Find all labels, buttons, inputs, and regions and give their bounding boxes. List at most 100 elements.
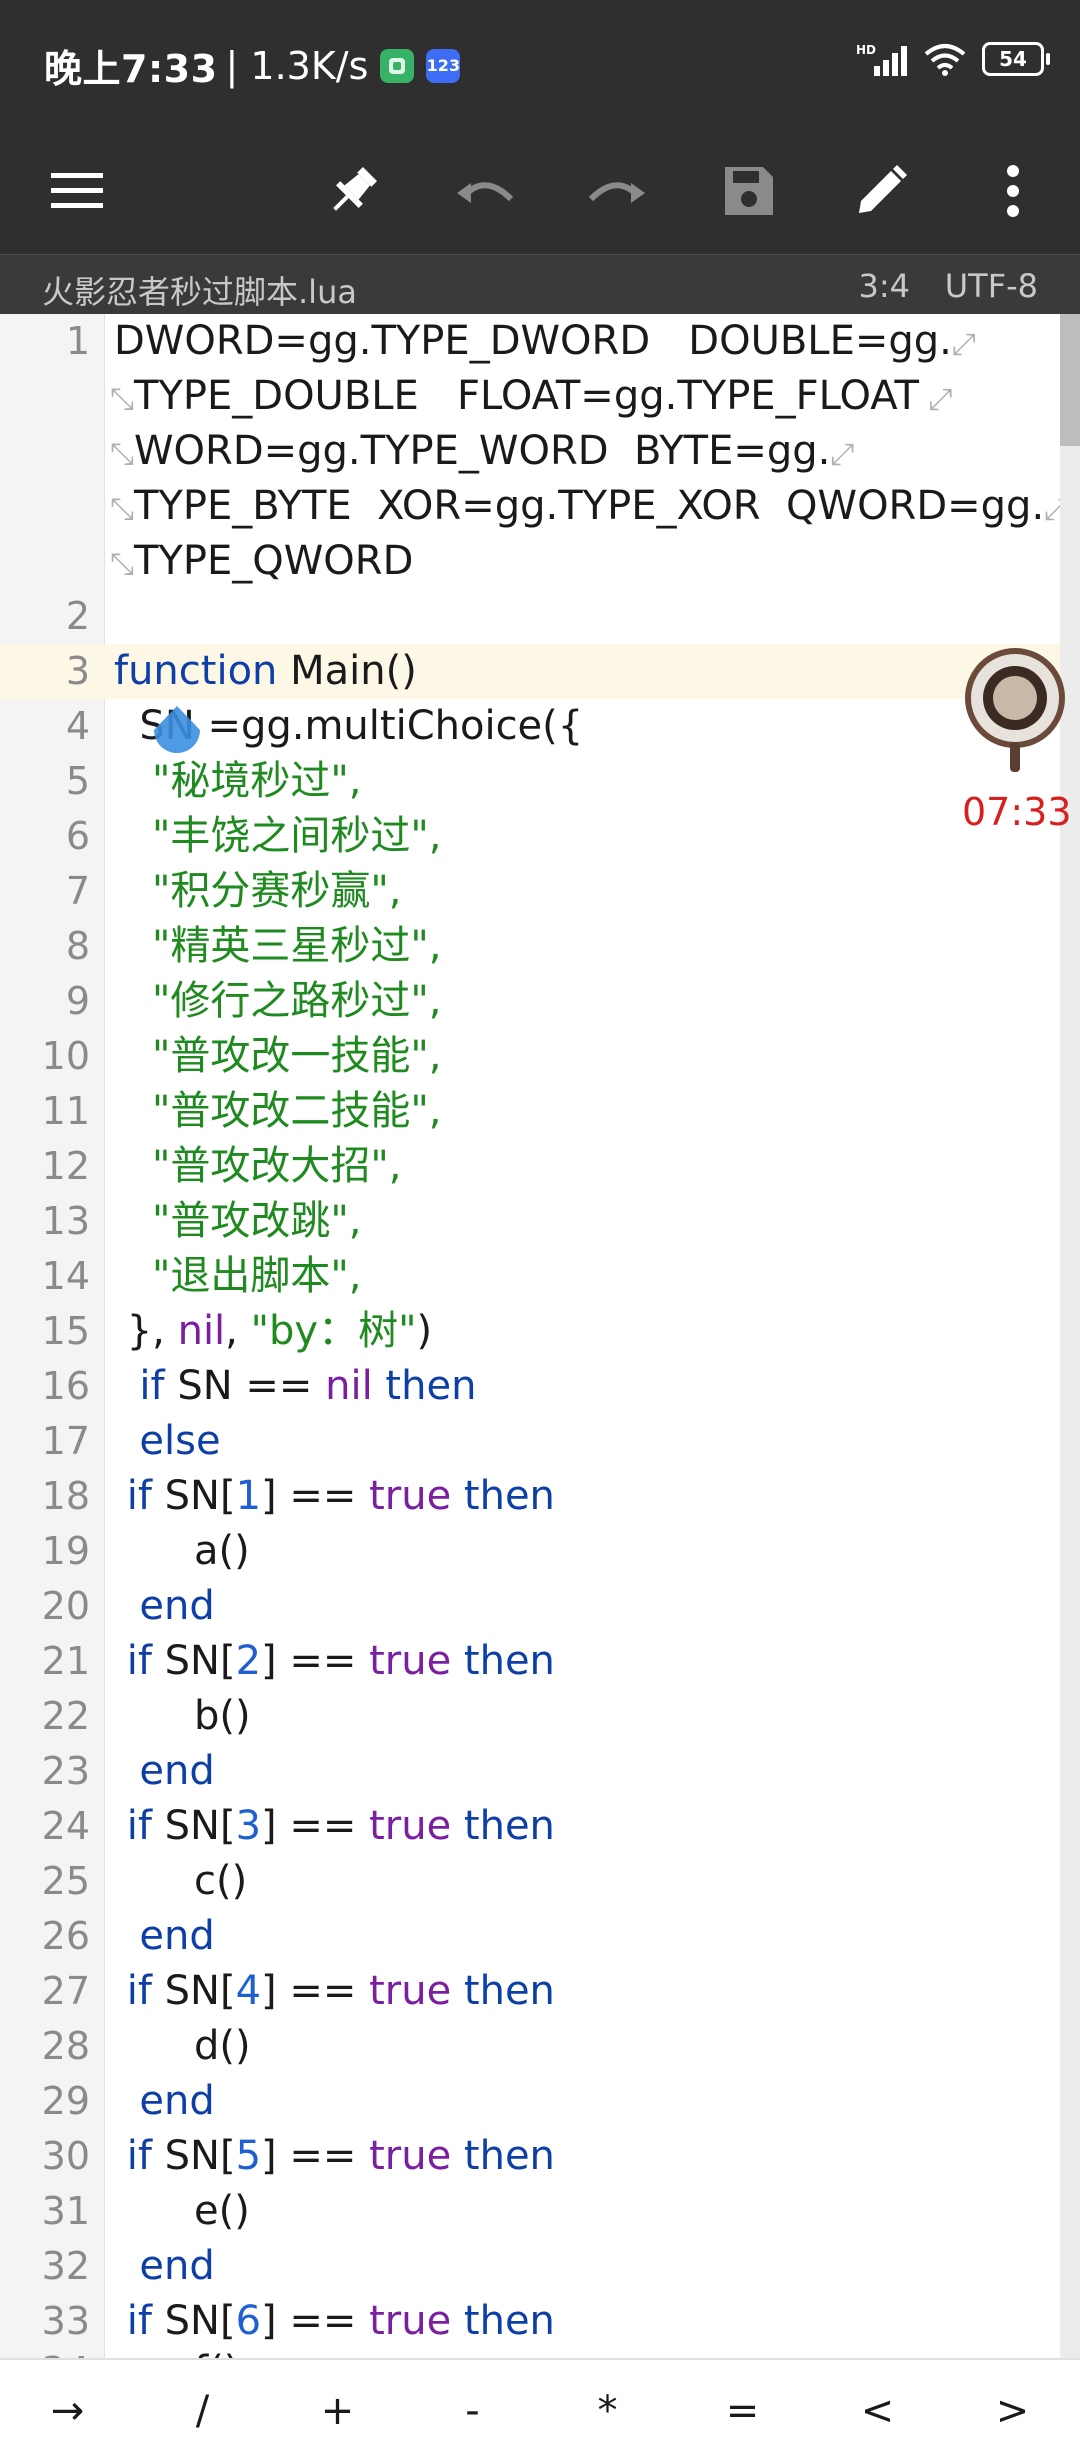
code-text: if SN[4] == true then: [114, 1968, 555, 2014]
symbol-key-equals[interactable]: =: [675, 2388, 810, 2434]
battery-icon: 54: [982, 42, 1050, 76]
line-number: 19: [41, 1529, 90, 1573]
code-line-17[interactable]: 17 else: [0, 1414, 1060, 1469]
code-text: b(): [194, 1693, 251, 1739]
code-line-34[interactable]: 34 f(): [0, 2344, 1060, 2358]
symbol-key-plus[interactable]: +: [270, 2388, 405, 2434]
more-options-button[interactable]: [980, 158, 1046, 224]
symbol-key-greater-than[interactable]: >: [945, 2388, 1080, 2434]
save-button[interactable]: [716, 158, 782, 224]
file-name[interactable]: 火影忍者秒过脚本.lua: [42, 267, 357, 313]
code-text: e(): [194, 2188, 250, 2234]
text-cursor-handle-icon[interactable]: [150, 704, 204, 758]
code-text: function Main(): [114, 648, 417, 694]
code-line-27[interactable]: 27 if SN[4] == true then: [0, 1964, 1060, 2019]
code-line-9[interactable]: 9 "修行之路秒过",: [0, 974, 1060, 1029]
code-text: if SN[6] == true then: [114, 2298, 555, 2344]
status-right: HD 54: [856, 42, 1050, 76]
floating-overlay-icon[interactable]: [960, 646, 1070, 776]
code-line-10[interactable]: 10 "普攻改一技能",: [0, 1029, 1060, 1084]
code-line-20[interactable]: 20 end: [0, 1579, 1060, 1634]
menu-button[interactable]: [44, 158, 110, 224]
wrap-arrow-icon: ⤢: [951, 327, 976, 362]
code-line-23[interactable]: 23 end: [0, 1744, 1060, 1799]
code-line-25[interactable]: 25 c(): [0, 1854, 1060, 1909]
file-encoding[interactable]: UTF-8: [945, 267, 1038, 305]
code-text: ⤡TYPE_QWORD: [110, 538, 414, 584]
line-number: 16: [41, 1364, 90, 1408]
network-speed: | 1.3K/s: [225, 43, 369, 88]
code-line-5[interactable]: 5 "秘境秒过",: [0, 754, 1060, 809]
symbol-key-tab[interactable]: →: [0, 2388, 135, 2434]
line-number: 13: [41, 1199, 90, 1243]
code-line-32[interactable]: 32 end: [0, 2239, 1060, 2294]
line-number: 21: [41, 1639, 90, 1683]
file-info-bar: 火影忍者秒过脚本.lua 3:4 UTF-8: [0, 254, 1080, 315]
status-left: 晚上7:33 | 1.3K/s 123: [44, 38, 461, 93]
code-line-29[interactable]: 29 end: [0, 2074, 1060, 2129]
code-line-21[interactable]: 21 if SN[2] == true then: [0, 1634, 1060, 1689]
wrap-arrow-icon: ⤡: [110, 492, 134, 527]
line-number: 18: [41, 1474, 90, 1518]
symbol-key-slash[interactable]: /: [135, 2388, 270, 2434]
code-line-13[interactable]: 13 "普攻改跳",: [0, 1194, 1060, 1249]
code-line-12[interactable]: 12 "普攻改大招",: [0, 1139, 1060, 1194]
code-line-33[interactable]: 33 if SN[6] == true then: [0, 2294, 1060, 2349]
line-number: 1: [65, 319, 90, 363]
code-line-24[interactable]: 24 if SN[3] == true then: [0, 1799, 1060, 1854]
code-editor[interactable]: 1 DWORD=gg.TYPE_DWORD DOUBLE=gg.⤢ ⤡TYPE_…: [0, 314, 1080, 2358]
undo-button[interactable]: [452, 158, 518, 224]
code-line-19[interactable]: 19 a(): [0, 1524, 1060, 1579]
code-text: "普攻改大招",: [152, 1143, 402, 1189]
code-text: d(): [194, 2023, 251, 2069]
code-text: }, nil, "by：树"): [114, 1308, 433, 1354]
wrap-arrow-icon: ⤡: [110, 547, 134, 582]
symbol-key-less-than[interactable]: <: [810, 2388, 945, 2434]
line-number: 29: [41, 2079, 90, 2123]
line-number: 32: [41, 2244, 90, 2288]
symbol-key-minus[interactable]: -: [405, 2388, 540, 2434]
code-text: DWORD=gg.TYPE_DWORD DOUBLE=gg.⤢: [114, 318, 976, 364]
line-number: 4: [65, 704, 90, 748]
code-line-22[interactable]: 22 b(): [0, 1689, 1060, 1744]
line-number: 31: [41, 2189, 90, 2233]
code-line-1-wrap-1[interactable]: ⤡TYPE_DOUBLE FLOAT=gg.TYPE_FLOAT ⤢: [0, 369, 1060, 424]
code-line-18[interactable]: 18 if SN[1] == true then: [0, 1469, 1060, 1524]
scrollbar-thumb[interactable]: [1060, 314, 1080, 446]
svg-text:HD: HD: [856, 43, 876, 57]
code-line-26[interactable]: 26 end: [0, 1909, 1060, 1964]
code-line-6[interactable]: 6 "丰饶之间秒过",: [0, 809, 1060, 864]
redo-button[interactable]: [584, 158, 650, 224]
code-text: c(): [194, 1858, 248, 1904]
code-line-14[interactable]: 14 "退出脚本",: [0, 1249, 1060, 1304]
edit-button[interactable]: [848, 158, 914, 224]
code-line-2[interactable]: 2: [0, 589, 1060, 644]
code-text: if SN[3] == true then: [114, 1803, 555, 1849]
code-line-16[interactable]: 16 if SN == nil then: [0, 1359, 1060, 1414]
code-line-8[interactable]: 8 "精英三星秒过",: [0, 919, 1060, 974]
code-line-1[interactable]: 1 DWORD=gg.TYPE_DWORD DOUBLE=gg.⤢: [0, 314, 1060, 369]
pin-button[interactable]: [320, 158, 386, 224]
code-line-31[interactable]: 31 e(): [0, 2184, 1060, 2239]
code-line-28[interactable]: 28 d(): [0, 2019, 1060, 2074]
code-line-1-wrap-4[interactable]: ⤡TYPE_QWORD: [0, 534, 1060, 589]
status-time: 晚上7:33: [44, 47, 218, 91]
app-notification-icon: [380, 48, 415, 83]
code-line-7[interactable]: 7 "积分赛秒赢",: [0, 864, 1060, 919]
line-number: 10: [41, 1034, 90, 1078]
code-line-30[interactable]: 30 if SN[5] == true then: [0, 2129, 1060, 2184]
code-text: "普攻改一技能",: [152, 1033, 442, 1079]
vertical-scrollbar[interactable]: [1060, 314, 1080, 2358]
code-line-15[interactable]: 15 }, nil, "by：树"): [0, 1304, 1060, 1359]
symbol-key-asterisk[interactable]: *: [540, 2388, 675, 2434]
menu-icon: [51, 173, 103, 208]
code-line-3-current[interactable]: 3 function Main(): [0, 644, 1060, 699]
redo-icon: [588, 182, 645, 203]
code-line-1-wrap-2[interactable]: ⤡WORD=gg.TYPE_WORD BYTE=gg.⤢: [0, 424, 1060, 479]
line-number: 30: [41, 2134, 90, 2178]
line-number: 34: [0, 2344, 90, 2358]
code-line-11[interactable]: 11 "普攻改二技能",: [0, 1084, 1060, 1139]
code-line-1-wrap-3[interactable]: ⤡TYPE_BYTE XOR=gg.TYPE_XOR QWORD=gg.⤢: [0, 479, 1068, 534]
app-root: 晚上7:33 | 1.3K/s 123 HD 54 火影忍者秒过脚本.lua 3…: [0, 0, 1080, 2460]
wrap-arrow-icon: ⤢: [830, 437, 855, 472]
